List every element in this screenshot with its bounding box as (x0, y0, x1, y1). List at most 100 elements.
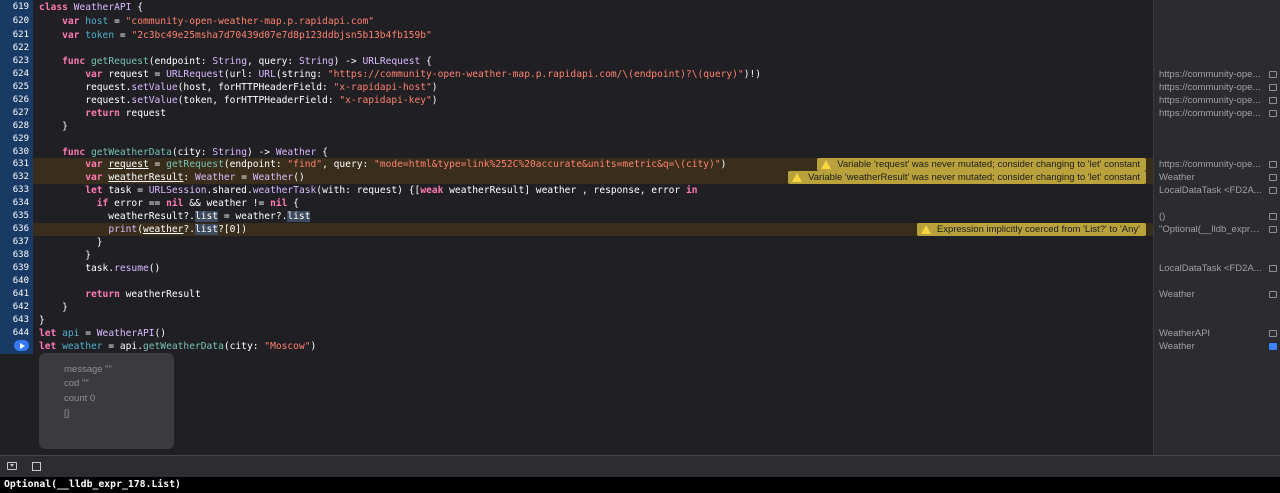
line-number[interactable]: 631 (0, 158, 29, 171)
quick-look-icon[interactable] (1269, 161, 1277, 168)
popover-line: cod "" (64, 378, 89, 389)
console-area[interactable]: Optional(__lldb_expr_178.List) (0, 477, 1280, 493)
result-entry[interactable]: LocalDataTask <FD2A... (1159, 184, 1277, 197)
code-line: return weatherResult (85, 289, 201, 300)
line-number[interactable]: 643 (0, 314, 29, 327)
quick-look-icon[interactable] (1269, 291, 1277, 298)
result-entry[interactable]: Weather (1159, 340, 1277, 353)
warning-icon (821, 160, 832, 169)
line-number[interactable]: 641 (0, 288, 29, 301)
line-number-gutter: 619 620 621 622 623 624 625 626 627 628 … (0, 0, 33, 455)
quick-look-icon[interactable] (1269, 110, 1277, 117)
quick-look-icon[interactable] (1269, 187, 1277, 194)
code-line: let task = URLSession.shared.weatherTask… (85, 185, 698, 196)
popover-line: [] (64, 408, 70, 419)
code-line: } (39, 315, 45, 326)
line-number[interactable]: 644 (0, 327, 29, 340)
result-entry[interactable]: Weather (1159, 288, 1277, 301)
line-number[interactable]: 633 (0, 184, 29, 197)
line-number[interactable]: 619 (0, 1, 29, 14)
quick-look-icon[interactable] (1269, 213, 1277, 220)
line-number[interactable]: 635 (0, 210, 29, 223)
string-literal: "mode=html&type=link%252C%20accurate&uni… (374, 159, 721, 170)
line-number[interactable]: 642 (0, 301, 29, 314)
line-number[interactable]: 620 (0, 15, 29, 28)
warning-badge[interactable]: Expression implicitly coerced from 'List… (916, 223, 1146, 236)
result-entry[interactable]: https://community-ope... (1159, 94, 1277, 107)
quick-look-icon[interactable] (1269, 97, 1277, 104)
line-number[interactable]: 626 (0, 94, 29, 107)
code-line: } (39, 250, 91, 261)
line-number[interactable]: 628 (0, 120, 29, 133)
popover-line: count 0 (64, 393, 96, 404)
quick-look-icon[interactable] (1269, 174, 1277, 181)
result-entry[interactable]: https://community-ope... (1159, 68, 1277, 81)
quick-look-icon[interactable] (1269, 84, 1277, 91)
popover-line: message "" (64, 364, 112, 375)
line-number[interactable]: 639 (0, 262, 29, 275)
result-entry[interactable]: https://community-ope... (1159, 107, 1277, 120)
line-number[interactable]: 621 (0, 29, 29, 42)
quick-look-icon[interactable] (1269, 71, 1277, 78)
code-line: } (39, 237, 103, 248)
string-literal: "x-rapidapi-host" (333, 82, 432, 93)
code-line: var host = "community-open-weather-map.p… (62, 16, 375, 27)
line-number[interactable]: 640 (0, 275, 29, 288)
code-line: var request = URLRequest(url: URL(string… (85, 69, 762, 80)
line-number[interactable]: 636 (0, 223, 29, 236)
code-line: let weather = api.getWeatherData(city: "… (39, 341, 317, 352)
code-line: class WeatherAPI { (39, 2, 143, 13)
result-entry[interactable]: "Optional(__lldb_expr_1... (1159, 223, 1277, 236)
string-literal: "community-open-weather-map.p.rapidapi.c… (125, 16, 375, 27)
code-line: func getRequest(endpoint: String, query:… (62, 56, 432, 67)
code-line: request.setValue(host, forHTTPHeaderFiel… (39, 82, 438, 93)
line-number[interactable]: 624 (0, 68, 29, 81)
stop-icon[interactable] (32, 462, 41, 471)
line-number[interactable]: 632 (0, 171, 29, 184)
string-literal: "Moscow" (264, 341, 311, 352)
result-entry[interactable]: Weather (1159, 171, 1277, 184)
code-line: let api = WeatherAPI() (39, 328, 167, 339)
line-number[interactable]: 627 (0, 107, 29, 120)
debug-toolbar (0, 455, 1280, 477)
results-sidebar: https://community-ope... https://communi… (1153, 0, 1280, 455)
code-line: var token = "2c3bc49e25msha7d70439d07e7d… (62, 30, 432, 41)
quick-look-icon[interactable] (1269, 330, 1277, 337)
string-literal: "2c3bc49e25msha7d70439d07e7d8p123ddbjsn5… (131, 30, 432, 41)
hide-debug-area-icon[interactable] (7, 462, 17, 470)
code-line: if error == nil && weather != nil { (96, 198, 299, 209)
keyword: class (39, 2, 68, 13)
string-literal: "x-rapidapi-key" (339, 95, 432, 106)
line-number[interactable]: 637 (0, 236, 29, 249)
run-to-line-button[interactable] (14, 340, 29, 351)
result-entry[interactable]: WeatherAPI (1159, 327, 1277, 340)
warning-badge[interactable]: Variable 'weatherResult' was never mutat… (788, 171, 1146, 184)
line-number[interactable]: 638 (0, 249, 29, 262)
code-line-warning: var weatherResult: Weather = Weather() V… (33, 171, 1153, 184)
code-line-warning: var request = getRequest(endpoint: "find… (33, 158, 1153, 171)
code-line: } (39, 121, 68, 132)
line-number[interactable]: 629 (0, 133, 29, 146)
result-entry[interactable]: https://community-ope... (1159, 158, 1277, 171)
code-line: weatherResult?.list = weather?.list (39, 211, 311, 222)
code-line: return request (85, 108, 167, 119)
line-number[interactable]: 623 (0, 55, 29, 68)
code-line: request.setValue(token, forHTTPHeaderFie… (39, 95, 438, 106)
line-number[interactable]: 622 (0, 42, 29, 55)
quick-look-icon[interactable] (1269, 226, 1277, 233)
console-output: Optional(__lldb_expr_178.List) (4, 479, 181, 490)
type-name: WeatherAPI (73, 2, 132, 13)
line-number[interactable]: 634 (0, 197, 29, 210)
code-editor[interactable]: class WeatherAPI { var host = "community… (33, 0, 1153, 455)
result-entry[interactable]: https://community-ope... (1159, 81, 1277, 94)
code-line: task.resume() (39, 263, 161, 274)
result-entry[interactable]: () (1159, 210, 1277, 223)
warning-badge[interactable]: Variable 'request' was never mutated; co… (817, 158, 1146, 171)
result-inspector-popover[interactable]: message "" cod "" count 0 [] (39, 353, 174, 449)
warning-icon (920, 225, 931, 234)
show-result-icon[interactable] (1269, 343, 1277, 350)
result-entry[interactable]: LocalDataTask <FD2A... (1159, 262, 1277, 275)
quick-look-icon[interactable] (1269, 265, 1277, 272)
line-number[interactable]: 625 (0, 81, 29, 94)
string-literal: "https://community-open-weather-map.p.ra… (327, 69, 744, 80)
